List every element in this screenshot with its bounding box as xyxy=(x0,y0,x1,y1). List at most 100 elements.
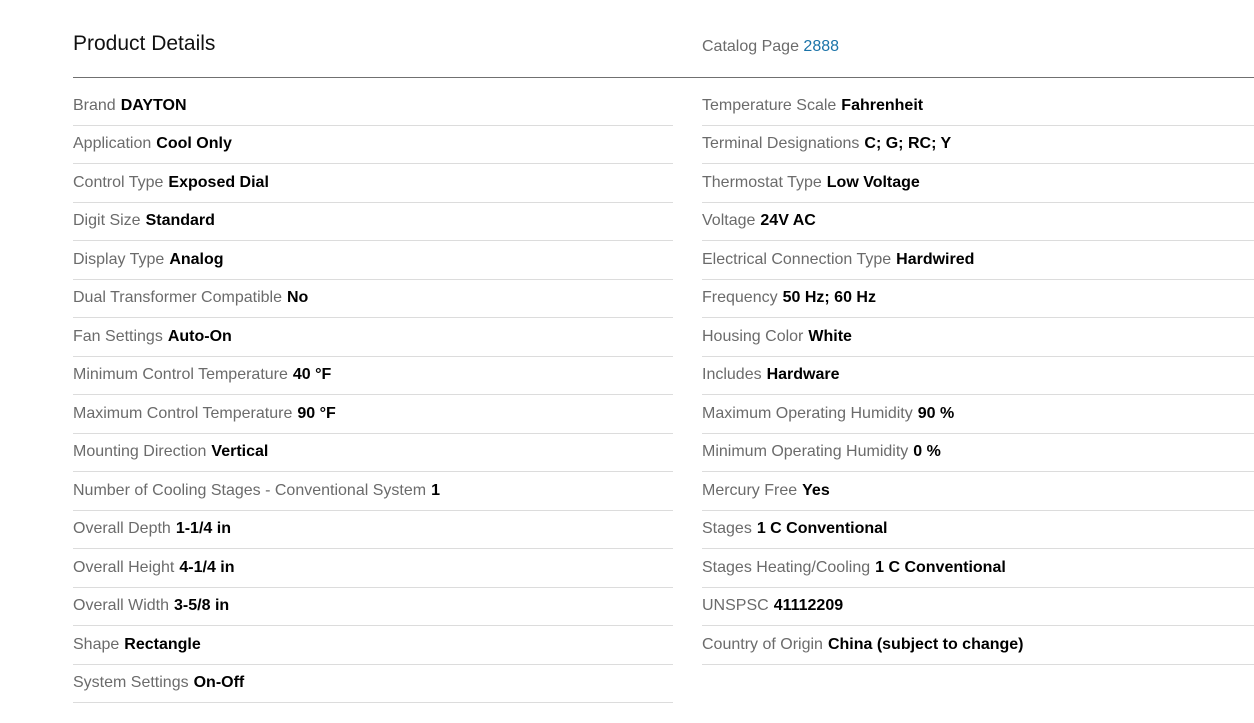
spec-value: 3-5/8 in xyxy=(174,597,230,615)
spec-row: Number of Cooling Stages - Conventional … xyxy=(73,472,673,511)
spec-label: Display Type xyxy=(73,250,165,268)
spec-row: Mercury Free Yes xyxy=(702,472,1254,511)
spec-row: Stages Heating/Cooling 1 C Conventional xyxy=(702,549,1254,588)
spec-row: Overall Depth 1-1/4 in xyxy=(73,511,673,549)
spec-row: UNSPSC 41112209 xyxy=(702,588,1254,626)
spec-value: 1 C Conventional xyxy=(756,520,888,538)
spec-value: Cool Only xyxy=(156,135,232,153)
spec-label: Temperature Scale xyxy=(702,96,837,114)
spec-label: System Settings xyxy=(73,674,189,692)
spec-value: Hardware xyxy=(766,366,840,384)
spec-label: Number of Cooling Stages - Conventional … xyxy=(73,481,427,499)
spec-label: Minimum Control Temperature xyxy=(73,366,288,384)
catalog-page-link[interactable]: 2888 xyxy=(803,38,839,55)
spec-value: 40 °F xyxy=(292,366,332,384)
spec-row: Overall Width 3-5/8 in xyxy=(73,588,673,626)
spec-label: Maximum Operating Humidity xyxy=(702,404,913,422)
spec-label: Fan Settings xyxy=(73,327,163,345)
spec-row: Digit Size Standard xyxy=(73,203,673,241)
spec-list-left: Brand DAYTON Application Cool Only Control T… xyxy=(73,87,673,703)
spec-value: C; G; RC; Y xyxy=(864,135,952,153)
spec-value: 50 Hz; 60 Hz xyxy=(782,289,876,307)
spec-value: Standard xyxy=(145,212,215,230)
spec-value: 41112209 xyxy=(773,597,844,615)
spec-row: Mounting Direction Vertical xyxy=(73,434,673,472)
spec-value: Vertical xyxy=(211,443,269,461)
spec-value: 90 °F xyxy=(297,404,336,422)
spec-row: System Settings On-Off xyxy=(73,665,673,703)
spec-label: Thermostat Type xyxy=(702,173,822,191)
spec-row: Stages 1 C Conventional xyxy=(702,511,1254,549)
spec-label: Application xyxy=(73,135,152,153)
spec-value: Auto-On xyxy=(167,327,232,345)
spec-label: Digit Size xyxy=(73,212,141,230)
spec-row: Application Cool Only xyxy=(73,126,673,164)
spec-row: Electrical Connection Type Hardwired xyxy=(702,241,1254,280)
spec-value: Low Voltage xyxy=(826,173,920,191)
spec-label: Overall Height xyxy=(73,558,175,576)
spec-row: Brand DAYTON xyxy=(73,87,673,126)
spec-label: Electrical Connection Type xyxy=(702,250,892,268)
page-title: Product Details xyxy=(73,32,216,55)
spec-value: 4-1/4 in xyxy=(179,558,235,576)
spec-label: UNSPSC xyxy=(702,597,769,615)
spec-row: Includes Hardware xyxy=(702,357,1254,395)
spec-label: Terminal Designations xyxy=(702,135,860,153)
spec-label: Brand xyxy=(73,96,116,114)
spec-label: Stages Heating/Cooling xyxy=(702,558,871,576)
spec-row: Voltage 24V AC xyxy=(702,203,1254,241)
spec-row: Minimum Control Temperature 40 °F xyxy=(73,357,673,395)
spec-value: White xyxy=(808,327,852,345)
header-divider xyxy=(73,77,1254,78)
spec-label: Voltage xyxy=(702,212,756,230)
spec-label: Mounting Direction xyxy=(73,443,207,461)
spec-label: Overall Depth xyxy=(73,520,171,538)
spec-value: On-Off xyxy=(193,674,245,692)
spec-value: DAYTON xyxy=(120,96,187,114)
spec-row: Maximum Operating Humidity 90 % xyxy=(702,395,1254,434)
spec-label: Stages xyxy=(702,520,752,538)
spec-row: Minimum Operating Humidity 0 % xyxy=(702,434,1254,472)
spec-list-right: Temperature Scale Fahrenheit Terminal Desi… xyxy=(702,87,1254,665)
spec-value: 0 % xyxy=(913,443,941,461)
spec-label: Overall Width xyxy=(73,597,170,615)
spec-value: No xyxy=(286,289,309,307)
spec-row: Shape Rectangle xyxy=(73,626,673,665)
spec-label: Shape xyxy=(73,635,120,653)
spec-label: Housing Color xyxy=(702,327,804,345)
catalog-page-info: Catalog Page 2888 xyxy=(702,37,839,57)
catalog-page-label: Catalog Page xyxy=(702,38,799,55)
spec-value: Rectangle xyxy=(124,635,201,653)
spec-label: Maximum Control Temperature xyxy=(73,404,293,422)
spec-value: China (subject to change) xyxy=(827,635,1024,653)
spec-value: Yes xyxy=(802,481,830,499)
spec-row: Country of Origin China (subject to chang… xyxy=(702,626,1254,665)
spec-row: Dual Transformer Compatible No xyxy=(73,280,673,318)
spec-value: Exposed Dial xyxy=(168,173,269,191)
spec-label: Dual Transformer Compatible xyxy=(73,289,282,307)
spec-row: Terminal Designations C; G; RC; Y xyxy=(702,126,1254,164)
spec-row: Frequency 50 Hz; 60 Hz xyxy=(702,280,1254,318)
spec-value: 1 C Conventional xyxy=(875,558,1006,576)
spec-value: Fahrenheit xyxy=(841,96,924,114)
spec-value: 1-1/4 in xyxy=(175,520,231,538)
spec-value: 90 % xyxy=(917,404,955,422)
spec-row: Control Type Exposed Dial xyxy=(73,164,673,203)
spec-value: 24V AC xyxy=(760,212,816,230)
spec-label: Minimum Operating Humidity xyxy=(702,443,909,461)
spec-label: Includes xyxy=(702,366,762,384)
spec-row: Temperature Scale Fahrenheit xyxy=(702,87,1254,126)
spec-row: Thermostat Type Low Voltage xyxy=(702,164,1254,203)
spec-row: Display Type Analog xyxy=(73,241,673,280)
spec-value: 1 xyxy=(431,481,440,499)
spec-row: Housing Color White xyxy=(702,318,1254,357)
spec-label: Frequency xyxy=(702,289,778,307)
spec-row: Overall Height 4-1/4 in xyxy=(73,549,673,588)
spec-label: Mercury Free xyxy=(702,481,798,499)
spec-value: Analog xyxy=(169,250,224,268)
spec-row: Fan Settings Auto-On xyxy=(73,318,673,357)
spec-row: Maximum Control Temperature 90 °F xyxy=(73,395,673,434)
spec-value: Hardwired xyxy=(896,250,975,268)
spec-label: Country of Origin xyxy=(702,635,823,653)
spec-label: Control Type xyxy=(73,173,164,191)
